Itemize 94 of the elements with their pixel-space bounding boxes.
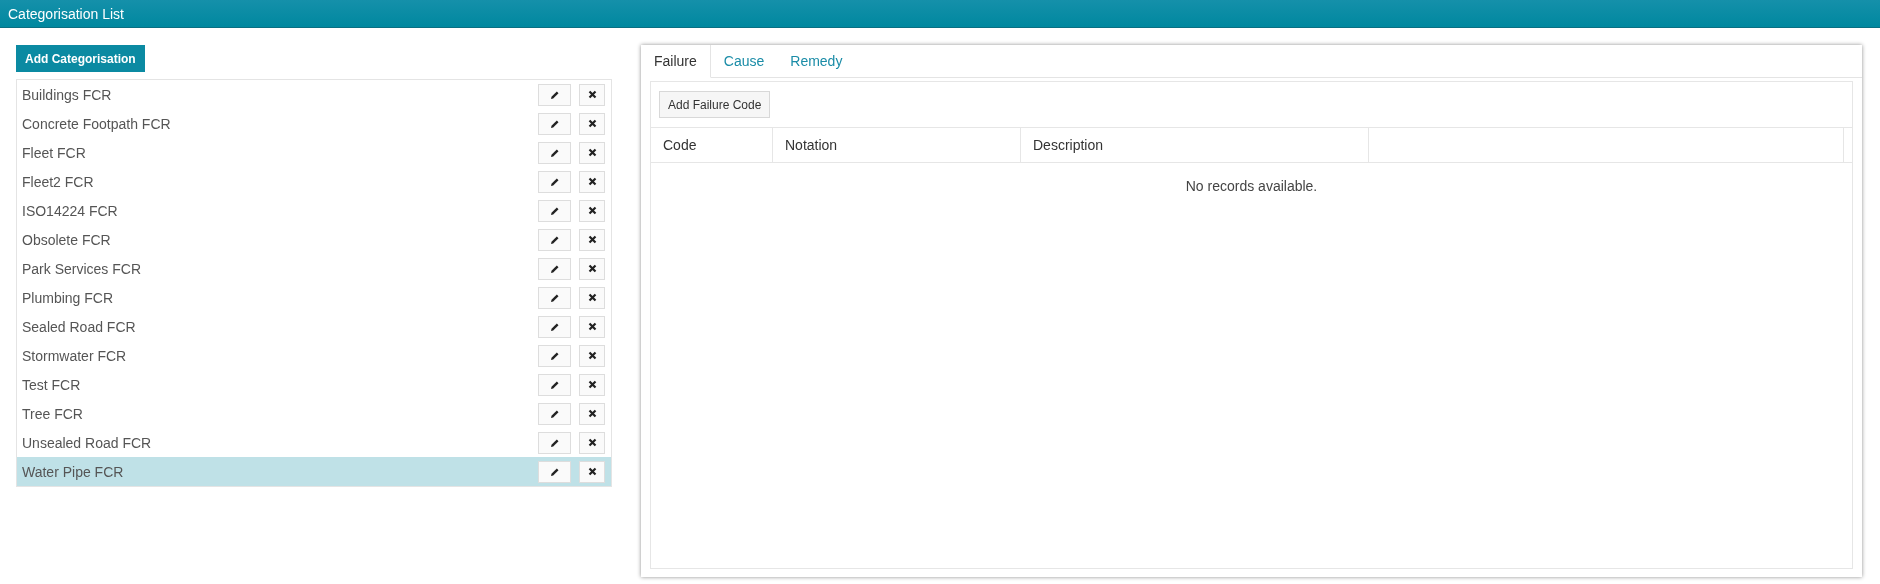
- pencil-icon: [549, 408, 560, 419]
- category-name: Stormwater FCR: [22, 347, 128, 364]
- edit-button[interactable]: [538, 112, 571, 135]
- category-row[interactable]: Buildings FCR: [17, 80, 611, 109]
- edit-button[interactable]: [538, 431, 571, 454]
- page-title: Categorisation List: [8, 5, 124, 22]
- edit-button[interactable]: [538, 170, 571, 193]
- delete-button[interactable]: [579, 228, 605, 251]
- pencil-icon: [549, 205, 560, 216]
- category-row[interactable]: ISO14224 FCR: [17, 196, 611, 225]
- edit-button[interactable]: [538, 402, 571, 425]
- tab[interactable]: Remedy: [777, 45, 856, 78]
- close-icon: [587, 90, 597, 99]
- edit-button[interactable]: [538, 286, 571, 309]
- delete-button[interactable]: [579, 112, 605, 135]
- category-row[interactable]: Obsolete FCR: [17, 225, 611, 254]
- category-name: Tree FCR: [22, 405, 84, 422]
- category-row[interactable]: Park Services FCR: [17, 254, 611, 283]
- tab[interactable]: Failure: [641, 45, 711, 78]
- edit-button[interactable]: [538, 257, 571, 280]
- pencil-icon: [549, 147, 560, 158]
- category-row[interactable]: Fleet FCR: [17, 138, 611, 167]
- category-row[interactable]: Plumbing FCR: [17, 283, 611, 312]
- delete-button[interactable]: [579, 199, 605, 222]
- category-name: Buildings FCR: [22, 86, 113, 103]
- pencil-icon: [549, 118, 560, 129]
- category-name: Fleet FCR: [22, 144, 87, 161]
- close-icon: [587, 351, 597, 360]
- category-name: Fleet2 FCR: [22, 173, 95, 190]
- category-name: Plumbing FCR: [22, 289, 115, 306]
- delete-button[interactable]: [579, 257, 605, 280]
- category-name: Water Pipe FCR: [22, 463, 125, 480]
- pencil-icon: [549, 466, 560, 477]
- category-name: Unsealed Road FCR: [22, 434, 153, 451]
- close-icon: [587, 293, 597, 302]
- category-row[interactable]: Stormwater FCR: [17, 341, 611, 370]
- edit-button[interactable]: [538, 460, 571, 483]
- column-header[interactable]: Notation: [773, 128, 1021, 162]
- delete-button[interactable]: [579, 141, 605, 164]
- delete-button[interactable]: [579, 83, 605, 106]
- close-icon: [587, 264, 597, 273]
- close-icon: [587, 206, 597, 215]
- column-header[interactable]: Description: [1021, 128, 1369, 162]
- delete-button[interactable]: [579, 373, 605, 396]
- edit-button[interactable]: [538, 228, 571, 251]
- edit-button[interactable]: [538, 83, 571, 106]
- category-name: ISO14224 FCR: [22, 202, 119, 219]
- pencil-icon: [549, 379, 560, 390]
- close-icon: [587, 119, 597, 128]
- category-row[interactable]: Water Pipe FCR: [17, 457, 611, 486]
- category-name: Concrete Footpath FCR: [22, 115, 172, 132]
- category-row[interactable]: Fleet2 FCR: [17, 167, 611, 196]
- add-categorisation-button[interactable]: Add Categorisation: [16, 45, 145, 72]
- tab[interactable]: Cause: [710, 45, 778, 78]
- pencil-icon: [549, 350, 560, 361]
- edit-button[interactable]: [538, 141, 571, 164]
- delete-button[interactable]: [579, 402, 605, 425]
- category-name: Sealed Road FCR: [22, 318, 137, 335]
- category-name: Obsolete FCR: [22, 231, 112, 248]
- close-icon: [587, 467, 597, 476]
- close-icon: [587, 438, 597, 447]
- edit-button[interactable]: [538, 199, 571, 222]
- empty-message: No records available.: [1185, 178, 1318, 194]
- close-icon: [587, 322, 597, 331]
- pencil-icon: [549, 263, 560, 274]
- category-row[interactable]: Sealed Road FCR: [17, 312, 611, 341]
- close-icon: [587, 148, 597, 157]
- category-row[interactable]: Unsealed Road FCR: [17, 428, 611, 457]
- category-row[interactable]: Test FCR: [17, 370, 611, 399]
- category-row[interactable]: Concrete Footpath FCR: [17, 109, 611, 138]
- add-failure-code-button[interactable]: Add Failure Code: [659, 91, 771, 118]
- delete-button[interactable]: [579, 315, 605, 338]
- delete-button[interactable]: [579, 431, 605, 454]
- close-icon: [587, 177, 597, 186]
- edit-button[interactable]: [538, 373, 571, 396]
- column-header[interactable]: Code: [651, 128, 773, 162]
- edit-button[interactable]: [538, 315, 571, 338]
- close-icon: [587, 235, 597, 244]
- pencil-icon: [549, 437, 560, 448]
- delete-button[interactable]: [579, 344, 605, 367]
- pencil-icon: [549, 321, 560, 332]
- pencil-icon: [549, 292, 560, 303]
- delete-button[interactable]: [579, 460, 605, 483]
- pencil-icon: [549, 234, 560, 245]
- pencil-icon: [549, 89, 560, 100]
- pencil-icon: [549, 176, 560, 187]
- category-name: Park Services FCR: [22, 260, 143, 277]
- edit-button[interactable]: [538, 344, 571, 367]
- delete-button[interactable]: [579, 170, 605, 193]
- delete-button[interactable]: [579, 286, 605, 309]
- close-icon: [587, 409, 597, 418]
- category-name: Test FCR: [22, 376, 82, 393]
- close-icon: [587, 380, 597, 389]
- category-row[interactable]: Tree FCR: [17, 399, 611, 428]
